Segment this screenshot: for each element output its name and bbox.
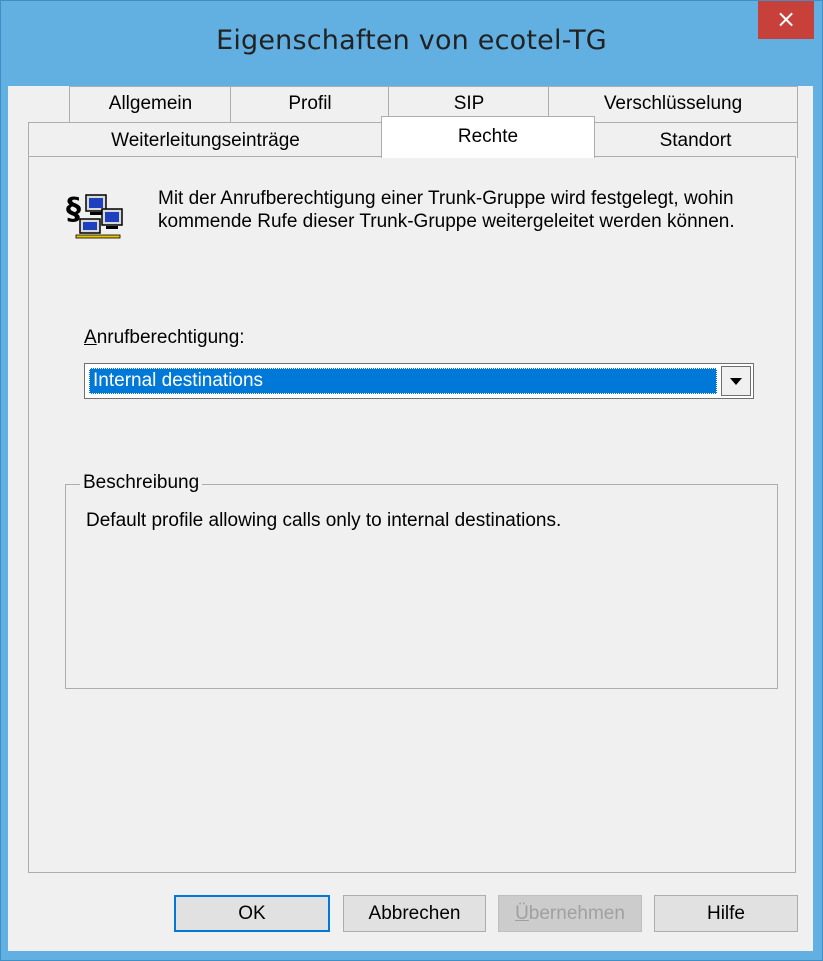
help-button[interactable]: Hilfe — [654, 895, 798, 932]
permission-label: Anrufberechtigung: — [84, 327, 245, 349]
button-label: bernehmen — [528, 903, 625, 924]
close-button[interactable]: × — [758, 1, 814, 39]
tab-label: Weiterleitungseinträge — [111, 130, 300, 151]
apply-button[interactable]: Übernehmen — [498, 895, 642, 932]
button-label: Abbrechen — [368, 903, 461, 924]
tab-label: Standort — [659, 130, 732, 151]
close-icon: × — [775, 5, 797, 33]
info-text: Mit der Anrufberechtigung einer Trunk-Gr… — [158, 188, 735, 232]
cancel-button[interactable]: Abbrechen — [343, 895, 486, 932]
title-bar: Eigenschaften von ecotel-TG × — [1, 1, 822, 87]
tab-label: Rechte — [457, 126, 519, 147]
tab-label: Profil — [288, 93, 332, 114]
accelerator-key: Ü — [515, 903, 529, 924]
label-text: nrufberechtigung: — [96, 327, 245, 348]
tab-allgemein[interactable]: Allgemein — [69, 86, 232, 122]
description-group-title: Beschreibung — [80, 472, 203, 494]
tab-weiterleitungseintraege[interactable]: Weiterleitungseinträge — [28, 122, 383, 158]
window-title: Eigenschaften von ecotel-TG — [216, 25, 607, 56]
ok-button[interactable]: OK — [174, 895, 330, 932]
tab-profil[interactable]: Profil — [230, 86, 390, 122]
tab-label: Allgemein — [108, 93, 193, 114]
button-label: Hilfe — [706, 903, 745, 924]
tab-standort[interactable]: Standort — [593, 122, 798, 158]
svg-text:§: § — [66, 192, 81, 227]
tab-rechte[interactable]: Rechte — [381, 116, 595, 158]
call-permission-icon: § — [66, 192, 123, 239]
accelerator-key: A — [84, 327, 97, 348]
permission-dropdown[interactable]: Internal destinations — [84, 363, 754, 399]
dropdown-selected-value: Internal destinations — [89, 368, 717, 394]
description-text: Default profile allowing calls only to i… — [86, 510, 562, 531]
button-label: OK — [238, 903, 266, 924]
chevron-down-icon[interactable] — [721, 366, 751, 396]
